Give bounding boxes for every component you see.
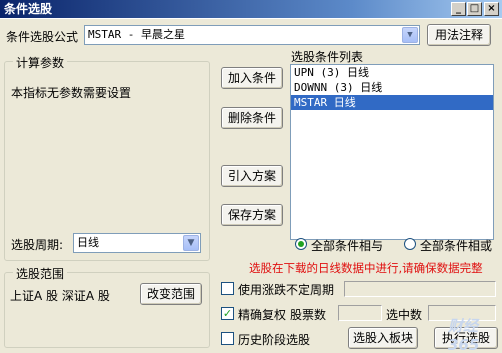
save-plan-button[interactable]: 保存方案 <box>221 204 283 226</box>
period-label: 选股周期: <box>11 238 64 252</box>
uncertain-period-checkbox[interactable] <box>221 282 234 295</box>
period-select[interactable]: 日线 ▼ <box>73 233 201 253</box>
dialog-body: 条件选股公式 MSTAR - 早晨之星 ▼ 用法注释 计算参数 本指标无参数需要… <box>0 18 502 353</box>
params-group: 计算参数 本指标无参数需要设置 选股周期: 日线 ▼ <box>4 54 210 261</box>
minimize-button[interactable]: _ <box>451 2 466 16</box>
formula-value: MSTAR - 早晨之星 <box>88 28 185 41</box>
or-label: 全部条件相或 <box>420 239 493 253</box>
title-bar: 条件选股 _ □ × <box>0 0 502 18</box>
change-scope-button[interactable]: 改变范围 <box>140 283 202 305</box>
chevron-down-icon[interactable]: ▼ <box>402 27 418 43</box>
exact-rights-label: 精确复权 <box>238 308 287 322</box>
notice-text: 选股在下载的日线数据中进行,请确保数据完整 <box>249 261 483 275</box>
exact-rights-checkbox[interactable]: ✓ <box>221 307 234 320</box>
close-button[interactable]: × <box>484 2 499 16</box>
and-label: 全部条件相与 <box>311 239 384 253</box>
chevron-down-icon[interactable]: ▼ <box>183 235 199 251</box>
import-plan-button[interactable]: 引入方案 <box>221 165 283 187</box>
selected-count-label: 选中数 <box>386 308 423 322</box>
period-value: 日线 <box>77 236 99 249</box>
help-button[interactable]: 用法注释 <box>427 24 491 46</box>
params-group-title: 计算参数 <box>13 54 68 71</box>
conditions-list[interactable]: UPN (3) 日线 DOWNN (3) 日线 MSTAR 日线 <box>290 64 494 240</box>
add-condition-button[interactable]: 加入条件 <box>221 67 283 89</box>
conditions-title: 选股条件列表 <box>291 50 364 64</box>
scope-group-title: 选股范围 <box>13 265 68 282</box>
formula-select[interactable]: MSTAR - 早晨之星 ▼ <box>84 25 420 45</box>
formula-label: 条件选股公式 <box>6 30 79 44</box>
or-radio[interactable] <box>404 238 416 250</box>
list-item-selected[interactable]: MSTAR 日线 <box>291 95 493 110</box>
list-item[interactable]: DOWNN (3) 日线 <box>291 80 493 95</box>
history-checkbox[interactable] <box>221 332 234 345</box>
uncertain-period-field[interactable] <box>344 281 496 297</box>
history-label: 历史阶段选股 <box>238 333 311 347</box>
window-title: 条件选股 <box>4 2 53 16</box>
stock-count-field <box>338 305 382 321</box>
uncertain-period-label: 使用涨跌不定周期 <box>238 283 335 297</box>
list-item[interactable]: UPN (3) 日线 <box>291 65 493 80</box>
watermark-logo: 财经365 <box>448 317 480 353</box>
scope-text: 上证A 股 深证A 股 <box>10 289 110 303</box>
stock-count-label: 股票数 <box>290 308 327 322</box>
delete-condition-button[interactable]: 删除条件 <box>221 107 283 129</box>
maximize-button[interactable]: □ <box>467 2 482 16</box>
and-radio[interactable] <box>295 238 307 250</box>
to-block-button[interactable]: 选股入板块 <box>348 327 418 349</box>
scope-group: 选股范围 上证A 股 深证A 股 改变范围 <box>4 265 210 348</box>
params-message: 本指标无参数需要设置 <box>11 86 132 100</box>
